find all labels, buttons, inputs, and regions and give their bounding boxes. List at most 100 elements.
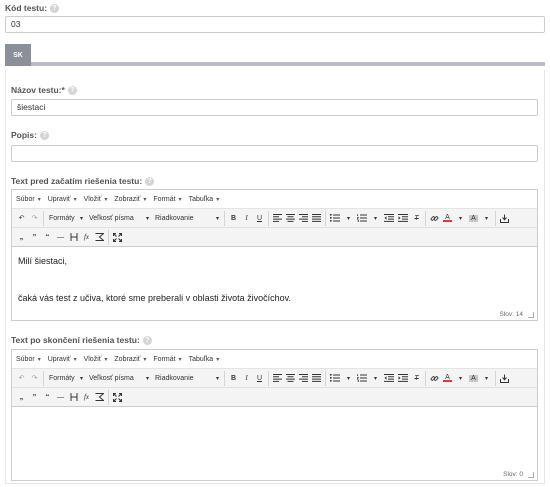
nonbreaking-space-icon[interactable] xyxy=(67,390,80,405)
chevron-down-icon[interactable]: ▾ xyxy=(480,371,493,386)
outdent-icon[interactable] xyxy=(382,211,396,226)
chevron-down-icon[interactable]: ▾ xyxy=(454,211,467,226)
align-right-icon[interactable] xyxy=(297,371,310,386)
numbered-list-icon[interactable] xyxy=(355,211,369,226)
bullet-list-icon[interactable] xyxy=(328,211,342,226)
menu-view[interactable]: Zobraziť ▾ xyxy=(114,356,146,363)
menu-file[interactable]: Súbor ▾ xyxy=(16,356,41,363)
content-paragraph: Milí šiestaci, xyxy=(18,256,68,266)
bold-icon[interactable]: B xyxy=(227,211,240,226)
quote-open-icon[interactable]: “ xyxy=(41,230,54,245)
indent-icon[interactable] xyxy=(396,211,410,226)
chevron-down-icon: ▾ xyxy=(145,375,149,382)
em-dash-icon[interactable]: — xyxy=(54,230,67,245)
bold-icon[interactable]: B xyxy=(227,371,240,386)
menu-view[interactable]: Zobraziť ▾ xyxy=(114,196,146,203)
clear-formatting-icon[interactable]: T xyxy=(410,371,423,386)
special-chars-icon[interactable] xyxy=(93,230,106,245)
menu-insert[interactable]: Vložiť ▾ xyxy=(84,356,108,363)
resize-handle-icon[interactable] xyxy=(528,472,534,478)
code-input-value: 03 xyxy=(11,19,21,29)
editor-toolbar: ↶ ↷ Formáty ▾ Veľkosť písma ▾ Riadkovanie ▾… xyxy=(12,369,537,388)
chevron-down-icon[interactable]: ▾ xyxy=(480,211,493,226)
menu-format[interactable]: Formát ▾ xyxy=(153,196,181,203)
chevron-down-icon[interactable]: ▾ xyxy=(369,211,382,226)
background-color-icon[interactable]: A xyxy=(467,211,480,226)
formula-icon[interactable]: fx xyxy=(80,230,93,245)
redo-icon[interactable]: ↷ xyxy=(28,371,41,386)
paste-icon[interactable] xyxy=(498,211,511,226)
link-icon[interactable] xyxy=(428,211,441,226)
quote-high-icon[interactable]: ” xyxy=(28,230,41,245)
quote-open-icon[interactable]: “ xyxy=(41,390,54,405)
chevron-down-icon: ▾ xyxy=(145,215,149,222)
special-chars-icon[interactable] xyxy=(93,390,106,405)
chevron-down-icon: ▾ xyxy=(215,215,219,222)
line-height-select[interactable]: Riadkovanie ▾ xyxy=(152,211,222,226)
menu-table[interactable]: Tabuľka ▾ xyxy=(189,356,220,363)
text-color-icon[interactable]: A xyxy=(441,211,454,226)
help-icon[interactable]: ? xyxy=(39,130,49,140)
editor-content[interactable]: Milí šiestaci, čaká vás test z učiva, kt… xyxy=(12,247,537,321)
italic-icon[interactable]: I xyxy=(240,371,253,386)
background-color-icon[interactable]: A xyxy=(467,371,480,386)
chevron-down-icon[interactable]: ▾ xyxy=(454,371,467,386)
align-justify-icon[interactable] xyxy=(310,371,323,386)
underline-icon[interactable]: U xyxy=(253,371,266,386)
align-justify-icon[interactable] xyxy=(310,211,323,226)
help-icon[interactable]: ? xyxy=(67,85,77,95)
description-label: Popis: ? xyxy=(11,130,49,140)
quote-low-icon[interactable]: „ xyxy=(15,230,28,245)
clear-formatting-icon[interactable]: T xyxy=(410,211,423,226)
nonbreaking-space-icon[interactable] xyxy=(67,230,80,245)
menu-format[interactable]: Formát ▾ xyxy=(153,356,181,363)
align-center-icon[interactable] xyxy=(284,211,297,226)
align-center-icon[interactable] xyxy=(284,371,297,386)
description-input[interactable] xyxy=(11,145,538,162)
align-left-icon[interactable] xyxy=(271,211,284,226)
menu-table[interactable]: Tabuľka ▾ xyxy=(189,196,220,203)
help-icon[interactable]: ? xyxy=(50,3,60,13)
code-input[interactable]: 03 xyxy=(5,16,545,33)
link-icon[interactable] xyxy=(428,371,441,386)
redo-icon[interactable]: ↷ xyxy=(28,211,41,226)
editor-content[interactable]: Slov: 0 xyxy=(12,407,537,481)
formats-select[interactable]: Formáty ▾ xyxy=(46,371,86,386)
quote-low-icon[interactable]: „ xyxy=(15,390,28,405)
font-size-select[interactable]: Veľkosť písma ▾ xyxy=(86,211,152,226)
numbered-list-icon[interactable] xyxy=(355,371,369,386)
italic-icon[interactable]: I xyxy=(240,211,253,226)
em-dash-icon[interactable]: — xyxy=(54,390,67,405)
name-input[interactable]: šiestaci xyxy=(11,99,538,116)
editor-toolbar-row2: „ ” “ — fx xyxy=(12,388,537,407)
chevron-down-icon[interactable]: ▾ xyxy=(369,371,382,386)
formats-select[interactable]: Formáty ▾ xyxy=(46,211,86,226)
text-color-icon[interactable]: A xyxy=(441,371,454,386)
chevron-down-icon[interactable]: ▾ xyxy=(342,211,355,226)
help-icon[interactable]: ? xyxy=(145,176,155,186)
menu-insert[interactable]: Vložiť ▾ xyxy=(84,196,108,203)
paste-icon[interactable] xyxy=(498,371,511,386)
word-count: Slov: 14 xyxy=(499,311,524,318)
fullscreen-icon[interactable] xyxy=(111,390,124,405)
undo-icon[interactable]: ↶ xyxy=(15,211,28,226)
help-icon[interactable]: ? xyxy=(142,335,152,345)
outdent-icon[interactable] xyxy=(382,371,396,386)
formula-icon[interactable]: fx xyxy=(80,390,93,405)
menu-file[interactable]: Súbor ▾ xyxy=(16,196,41,203)
resize-handle-icon[interactable] xyxy=(528,312,534,318)
fullscreen-icon[interactable] xyxy=(111,230,124,245)
menu-edit[interactable]: Upraviť ▾ xyxy=(48,356,77,363)
align-right-icon[interactable] xyxy=(297,211,310,226)
line-height-select[interactable]: Riadkovanie ▾ xyxy=(152,371,222,386)
bullet-list-icon[interactable] xyxy=(328,371,342,386)
menu-edit[interactable]: Upraviť ▾ xyxy=(48,196,77,203)
tab-sk[interactable]: SK xyxy=(5,44,31,66)
font-size-select[interactable]: Veľkosť písma ▾ xyxy=(86,371,152,386)
undo-icon[interactable]: ↶ xyxy=(15,371,28,386)
align-left-icon[interactable] xyxy=(271,371,284,386)
quote-high-icon[interactable]: ” xyxy=(28,390,41,405)
indent-icon[interactable] xyxy=(396,371,410,386)
underline-icon[interactable]: U xyxy=(253,211,266,226)
chevron-down-icon[interactable]: ▾ xyxy=(342,371,355,386)
